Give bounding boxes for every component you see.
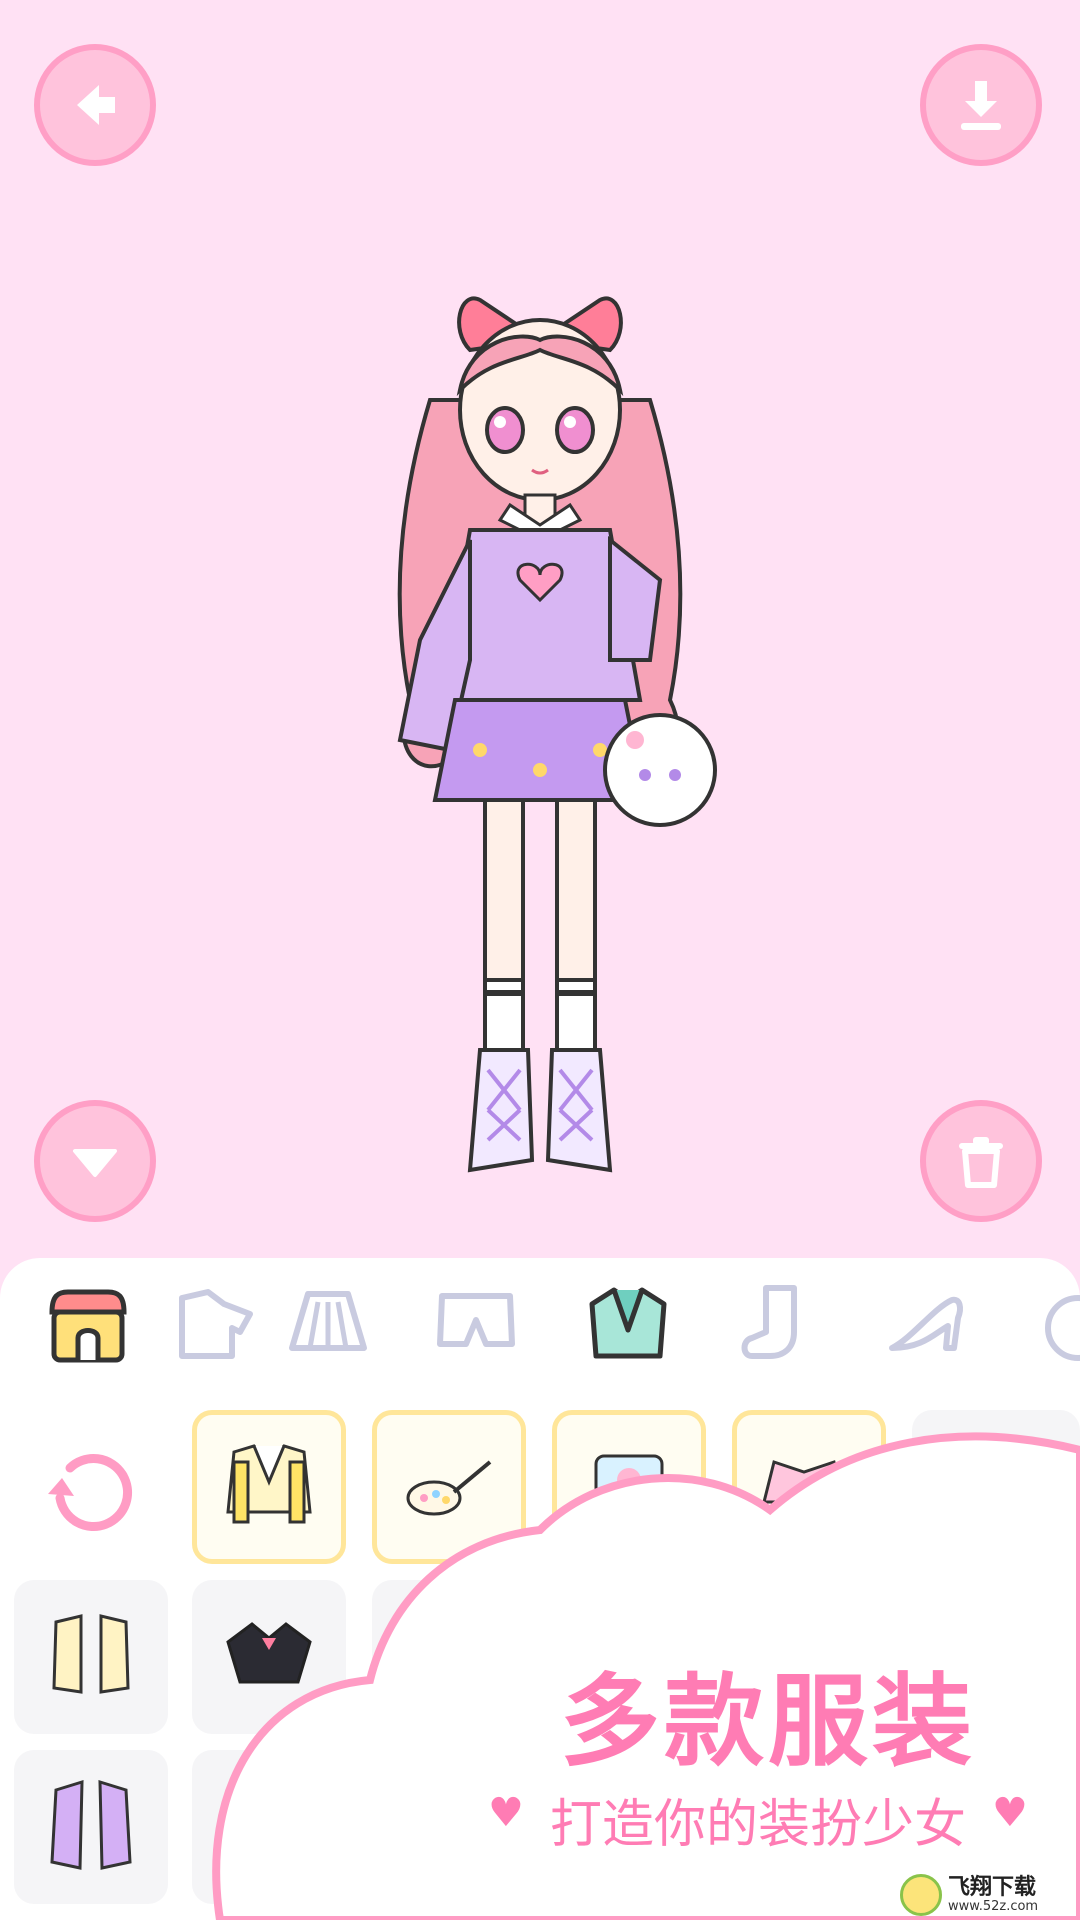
tab-shop[interactable] (38, 1280, 138, 1372)
dressed-character (397, 296, 717, 1173)
bib-outfit-icon (762, 1460, 846, 1504)
tab-shorts[interactable] (430, 1276, 522, 1368)
item-purple-coat[interactable] (14, 1750, 168, 1904)
watermark-name: 飞翔下载 (948, 1875, 1037, 1900)
item-white-blouse[interactable] (372, 1580, 526, 1734)
shop-icon (49, 1289, 127, 1363)
item-bib-outfit[interactable] (732, 1410, 886, 1564)
character-stage (0, 0, 1080, 1260)
tab-shoes[interactable] (880, 1276, 972, 1368)
watermark: 飞翔下载 www.52z.com (900, 1870, 1080, 1920)
black-sailor-top-icon (226, 1622, 312, 1684)
item-palette[interactable] (372, 1410, 526, 1564)
back-button[interactable] (34, 44, 156, 166)
tab-skirts[interactable] (282, 1276, 374, 1368)
item-outfit-set[interactable] (552, 1410, 706, 1564)
watermark-url: www.52z.com (948, 1899, 1039, 1914)
high-heel-icon (889, 1296, 963, 1351)
save-button[interactable] (920, 44, 1042, 166)
delete-button[interactable] (920, 1100, 1042, 1222)
download-icon (961, 81, 1001, 130)
tab-bags[interactable] (1032, 1276, 1080, 1368)
bag-icon (1045, 1295, 1080, 1361)
outfit-set-icon (594, 1454, 664, 1514)
jacket-icon (589, 1287, 667, 1359)
sock-icon (741, 1285, 797, 1359)
item-sweater-vest[interactable] (192, 1410, 346, 1564)
collapse-button[interactable] (34, 1100, 156, 1222)
item-black-sailor-top[interactable] (192, 1580, 346, 1734)
item-jacket[interactable] (912, 1410, 1080, 1564)
skirt-icon (289, 1291, 367, 1351)
white-blouse-icon (412, 1620, 486, 1684)
arrow-left-icon (77, 85, 115, 125)
shorts-icon (437, 1293, 515, 1347)
paint-palette-icon (406, 1460, 492, 1516)
reset-icon[interactable] (40, 1438, 144, 1542)
watermark-logo (900, 1874, 942, 1916)
item-cream-cardigan[interactable] (14, 1580, 168, 1734)
tab-socks[interactable] (730, 1276, 822, 1368)
tab-tops[interactable] (170, 1276, 262, 1368)
category-tabbar (0, 1258, 1080, 1388)
promo-subtitle: 打造你的装扮少女 (550, 1795, 967, 1855)
promo-title: 多款服装 (560, 1663, 976, 1780)
purple-coat-icon (50, 1779, 132, 1870)
heart-icon: ♥ (488, 1790, 524, 1836)
shirt-icon (179, 1289, 253, 1359)
cream-cardigan-icon (52, 1614, 130, 1694)
jacket-item-icon (981, 1460, 1011, 1464)
item-empty-slot[interactable] (192, 1750, 346, 1904)
trash-icon (959, 1137, 1003, 1188)
heart-icon: ♥ (992, 1790, 1028, 1836)
triangle-down-icon (73, 1149, 117, 1177)
sweater-vest-icon (226, 1444, 312, 1524)
tab-jackets[interactable] (582, 1276, 674, 1368)
